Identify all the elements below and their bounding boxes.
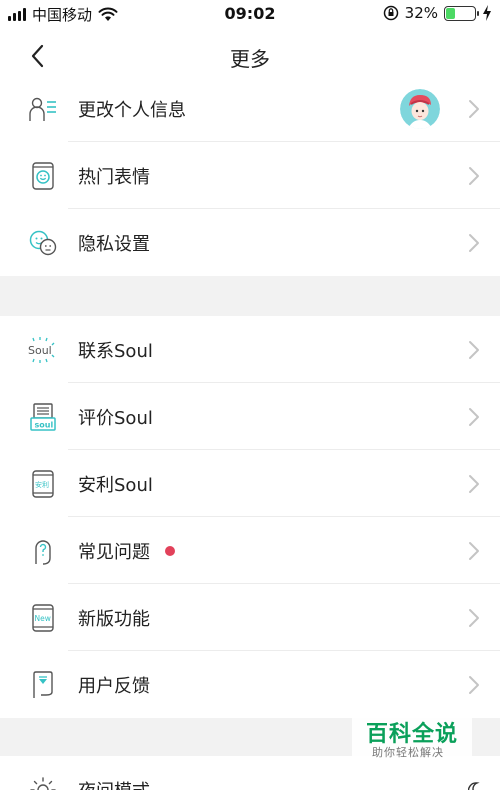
menu-item-label: 夜间模式 [78, 777, 150, 790]
menu-item-faq[interactable]: 常见问题 [0, 517, 500, 584]
menu-item-label: 常见问题 [78, 541, 150, 563]
moon-icon[interactable] [468, 780, 484, 790]
svg-text:安利: 安利 [35, 480, 49, 489]
svg-text:Soul: Soul [28, 344, 52, 357]
chevron-right-icon [469, 675, 479, 694]
chevron-right-icon [469, 541, 479, 560]
menu-item-new-features[interactable]: New 新版功能 [0, 584, 500, 651]
charging-bolt-icon [483, 5, 491, 21]
menu-item-label: 联系Soul [78, 340, 153, 362]
menu-item-edit-profile[interactable]: 更改个人信息 [0, 76, 500, 142]
chevron-right-icon [469, 474, 479, 493]
menu-item-label: 热门表情 [78, 166, 150, 188]
menu-item-contact-soul[interactable]: Soul 联系Soul [0, 316, 500, 383]
phone-smiley-icon [32, 161, 54, 190]
menu-item-feedback[interactable]: 用户反馈 [0, 651, 500, 718]
chevron-right-icon [469, 608, 479, 627]
page-title: 更多 [230, 47, 270, 71]
chevron-right-icon [469, 407, 479, 426]
menu-item-recommend-soul[interactable]: 安利 安利Soul [0, 450, 500, 517]
watermark-subtitle: 助你轻松解决 [372, 746, 444, 759]
phone-anli-icon: 安利 [32, 469, 54, 498]
status-right: 32% [383, 4, 492, 22]
watermark: 百科全说 助你轻松解决 [352, 712, 472, 764]
question-icon [35, 539, 51, 565]
avatar[interactable] [400, 89, 440, 129]
menu-item-label: 安利Soul [78, 474, 153, 496]
menu-item-hot-stickers[interactable]: 热门表情 [0, 142, 500, 209]
menu-item-label: 用户反馈 [78, 675, 150, 697]
feedback-icon [33, 670, 53, 698]
chevron-right-icon [469, 166, 479, 185]
new-icon: New [32, 603, 54, 632]
battery-level-fill [446, 7, 455, 19]
section-gap [0, 276, 500, 316]
notification-dot [165, 545, 175, 556]
two-faces-icon [29, 230, 57, 255]
battery-percent: 32% [404, 4, 438, 22]
sun-icon [30, 776, 56, 790]
svg-text:soul: soul [35, 420, 54, 429]
menu-item-label: 隐私设置 [78, 233, 150, 255]
chevron-right-icon [469, 233, 479, 252]
menu-item-label: 更改个人信息 [78, 100, 186, 121]
menu-item-label: 新版功能 [78, 608, 150, 630]
soul-logo-icon: Soul [28, 336, 55, 363]
menu-item-rate-soul[interactable]: soul 评价Soul [0, 383, 500, 450]
soul-box-icon: soul [30, 402, 56, 431]
profile-edit-icon [29, 97, 56, 121]
battery-icon [444, 5, 479, 21]
menu-item-label: 评价Soul [78, 407, 153, 429]
settings-group-account: 更改个人信息 热门表情 隐私设置 [0, 76, 500, 276]
avatar-image [400, 89, 440, 129]
rotation-lock-icon [383, 5, 398, 21]
status-bar: 中国移动 09:02 32% [0, 0, 500, 28]
chevron-right-icon [469, 340, 479, 359]
menu-item-privacy-settings[interactable]: 隐私设置 [0, 209, 500, 276]
svg-text:New: New [35, 614, 51, 623]
settings-group-soul: Soul 联系Soul soul 评价Soul 安利 安利Soul 常见问题 N… [0, 316, 500, 718]
chevron-right-icon [469, 100, 479, 118]
